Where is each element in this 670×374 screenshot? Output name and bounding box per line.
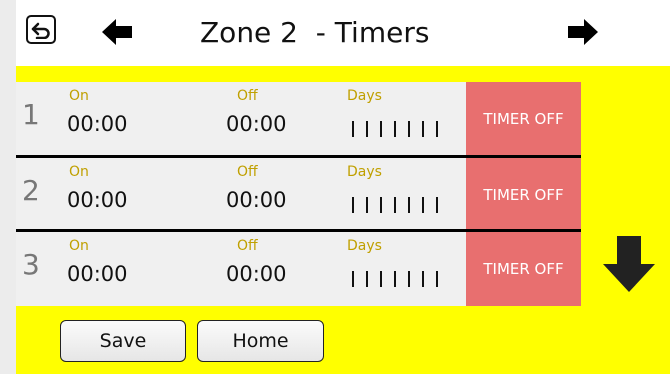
day-tick: [422, 197, 424, 213]
day-tick: [352, 271, 354, 287]
save-button[interactable]: Save: [60, 320, 186, 362]
timer-number: 2: [22, 174, 40, 207]
scroll-down-button[interactable]: [601, 234, 657, 294]
day-tick: [380, 121, 382, 137]
arrow-right-icon: [568, 19, 598, 45]
day-tick: [422, 121, 424, 137]
on-time[interactable]: 00:00: [67, 188, 128, 212]
off-time[interactable]: 00:00: [226, 112, 287, 136]
day-tick: [408, 197, 410, 213]
day-tick: [394, 121, 396, 137]
off-label: Off: [237, 88, 258, 104]
next-zone-button[interactable]: [564, 16, 600, 48]
timer-row[interactable]: 2 On 00:00 Off 00:00 Days: [16, 158, 466, 232]
home-button[interactable]: Home: [197, 320, 324, 362]
day-tick: [366, 121, 368, 137]
timer-status-button[interactable]: TIMER OFF: [466, 232, 581, 306]
header-bar: Zone 2 - Timers: [16, 0, 670, 66]
on-label: On: [69, 88, 89, 104]
days-label: Days: [347, 238, 382, 254]
back-button[interactable]: [26, 15, 56, 44]
day-tick: [352, 121, 354, 137]
day-tick: [366, 271, 368, 287]
page-title: Zone 2 - Timers: [200, 16, 430, 49]
days-selector[interactable]: [352, 271, 438, 287]
day-tick: [380, 197, 382, 213]
days-label: Days: [347, 164, 382, 180]
timer-row[interactable]: 1 On 00:00 Off 00:00 Days: [16, 82, 466, 156]
days-selector[interactable]: [352, 197, 438, 213]
on-time[interactable]: 00:00: [67, 112, 128, 136]
timer-number: 3: [22, 248, 40, 281]
day-tick: [394, 197, 396, 213]
on-label: On: [69, 238, 89, 254]
timer-status-button[interactable]: TIMER OFF: [466, 82, 581, 156]
off-label: Off: [237, 164, 258, 180]
days-selector[interactable]: [352, 121, 438, 137]
day-tick: [366, 197, 368, 213]
off-time[interactable]: 00:00: [226, 188, 287, 212]
day-tick: [394, 271, 396, 287]
timer-number: 1: [22, 98, 40, 131]
day-tick: [436, 271, 438, 287]
arrow-left-icon: [102, 19, 132, 45]
on-label: On: [69, 164, 89, 180]
timer-row[interactable]: 3 On 00:00 Off 00:00 Days: [16, 232, 466, 306]
off-time[interactable]: 00:00: [226, 262, 287, 286]
day-tick: [422, 271, 424, 287]
return-arrow-icon: [31, 22, 50, 39]
day-tick: [408, 271, 410, 287]
off-label: Off: [237, 238, 258, 254]
day-tick: [380, 271, 382, 287]
days-label: Days: [347, 88, 382, 104]
prev-zone-button[interactable]: [100, 16, 136, 48]
screen: Zone 2 - Timers 1 On 00:00 Off 00:00 Day…: [16, 0, 670, 374]
day-tick: [436, 197, 438, 213]
day-tick: [436, 121, 438, 137]
day-tick: [352, 197, 354, 213]
day-tick: [408, 121, 410, 137]
on-time[interactable]: 00:00: [67, 262, 128, 286]
timer-status-button[interactable]: TIMER OFF: [466, 158, 581, 232]
arrow-down-icon: [603, 236, 655, 292]
